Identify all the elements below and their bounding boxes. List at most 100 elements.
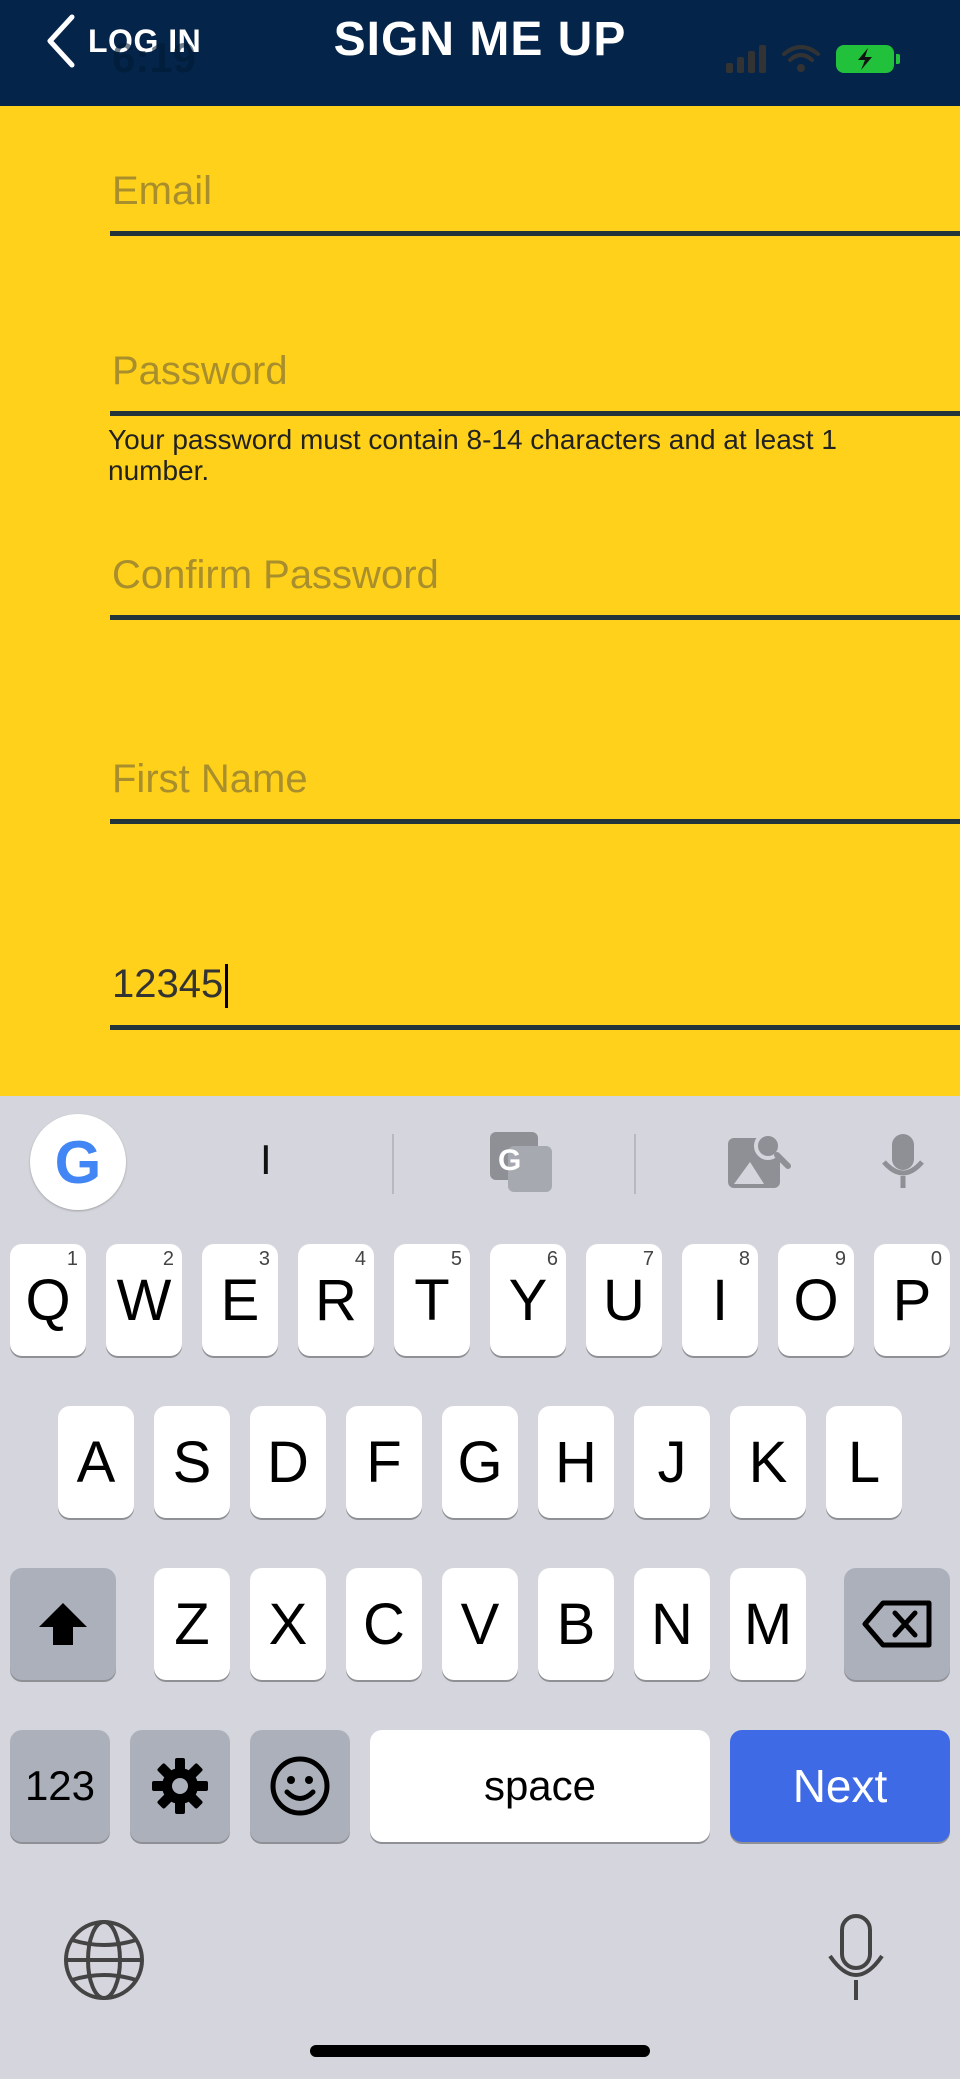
key-b[interactable]: B — [538, 1568, 614, 1680]
key-label: J — [657, 1429, 687, 1495]
toolbar-divider — [634, 1134, 636, 1194]
toolbar-divider — [392, 1134, 394, 1194]
settings-key[interactable] — [130, 1730, 230, 1842]
key-f[interactable]: F — [346, 1406, 422, 1518]
key-number-hint: 3 — [258, 1248, 270, 1270]
google-icon[interactable]: G — [30, 1114, 126, 1210]
globe-icon[interactable] — [62, 1918, 146, 2002]
key-label: D — [267, 1429, 309, 1495]
key-label: Q — [25, 1267, 71, 1333]
key-label: N — [651, 1591, 693, 1657]
key-number-hint: 5 — [450, 1248, 462, 1270]
next-key[interactable]: Next — [730, 1730, 950, 1842]
dictation-microphone-icon[interactable] — [824, 1912, 888, 2006]
key-label: H — [555, 1429, 597, 1495]
key-label: O — [793, 1267, 839, 1333]
key-u[interactable]: U7 — [586, 1244, 662, 1356]
key-a[interactable]: A — [58, 1406, 134, 1518]
key-label: G — [457, 1429, 503, 1495]
email-placeholder: Email — [112, 169, 213, 213]
key-c[interactable]: C — [346, 1568, 422, 1680]
key-x[interactable]: X — [250, 1568, 326, 1680]
zip-field[interactable]: 12345 — [110, 930, 960, 1030]
zip-value: 12345 — [112, 961, 229, 1008]
key-g[interactable]: G — [442, 1406, 518, 1518]
email-field[interactable]: Email — [110, 136, 960, 236]
suggestion[interactable]: I — [260, 1136, 272, 1184]
first-name-field[interactable]: First Name — [110, 724, 960, 824]
key-q[interactable]: Q1 — [10, 1244, 86, 1356]
key-i[interactable]: I8 — [682, 1244, 758, 1356]
key-label: M — [743, 1591, 793, 1657]
translate-icon[interactable]: G — [486, 1126, 556, 1196]
key-t[interactable]: T5 — [394, 1244, 470, 1356]
emoji-icon — [270, 1756, 330, 1816]
nav-header: LOG IN 6:19 SIGN ME UP — [0, 0, 960, 106]
confirm-password-field[interactable]: Confirm Password — [110, 520, 960, 620]
confirm-password-underline — [110, 615, 960, 620]
key-m[interactable]: M — [730, 1568, 806, 1680]
zip-text: 12345 — [112, 961, 224, 1006]
home-indicator — [310, 2045, 650, 2057]
status-bar-icons — [726, 44, 900, 74]
key-v[interactable]: V — [442, 1568, 518, 1680]
key-number-hint: 4 — [354, 1248, 366, 1270]
backspace-icon — [862, 1600, 932, 1648]
key-r[interactable]: R4 — [298, 1244, 374, 1356]
confirm-password-placeholder: Confirm Password — [112, 553, 439, 597]
zip-underline — [110, 1025, 960, 1030]
svg-text:G: G — [498, 1144, 521, 1177]
shift-icon — [39, 1603, 87, 1645]
key-number-hint: 2 — [162, 1248, 174, 1270]
backspace-key[interactable] — [844, 1568, 950, 1680]
shift-key[interactable] — [10, 1568, 116, 1680]
key-n[interactable]: N — [634, 1568, 710, 1680]
key-k[interactable]: K — [730, 1406, 806, 1518]
key-label: Y — [508, 1267, 548, 1333]
wifi-icon — [782, 45, 820, 72]
password-field[interactable]: Password — [110, 316, 960, 416]
space-key[interactable]: space — [370, 1730, 710, 1842]
keyboard-toolbar: G I G — [0, 1096, 960, 1224]
key-label: F — [366, 1429, 402, 1495]
password-hint: Your password must contain 8-14 characte… — [108, 424, 837, 486]
key-o[interactable]: O9 — [778, 1244, 854, 1356]
key-number-hint: 7 — [642, 1248, 654, 1270]
gear-icon — [152, 1758, 208, 1814]
emoji-key[interactable] — [250, 1730, 350, 1842]
image-search-icon[interactable] — [724, 1126, 794, 1196]
key-p[interactable]: P0 — [874, 1244, 950, 1356]
key-label: C — [363, 1591, 405, 1657]
key-l[interactable]: L — [826, 1406, 902, 1518]
key-number-hint: 9 — [834, 1248, 846, 1270]
password-underline — [110, 411, 960, 416]
key-number-hint: 0 — [930, 1248, 942, 1270]
key-label: K — [748, 1429, 788, 1495]
key-label: A — [76, 1429, 116, 1495]
key-z[interactable]: Z — [154, 1568, 230, 1680]
key-s[interactable]: S — [154, 1406, 230, 1518]
key-label: I — [711, 1267, 729, 1333]
password-placeholder: Password — [112, 349, 288, 393]
first-name-placeholder: First Name — [112, 757, 308, 801]
keyboard: G I G Q1W2E3R4T5Y6U7I8O9P0 ASDFGHJKL ZXC… — [0, 1096, 960, 2079]
numbers-key[interactable]: 123 — [10, 1730, 110, 1842]
key-label: Z — [174, 1591, 210, 1657]
key-d[interactable]: D — [250, 1406, 326, 1518]
key-y[interactable]: Y6 — [490, 1244, 566, 1356]
key-label: S — [172, 1429, 212, 1495]
key-label: T — [414, 1267, 450, 1333]
key-number-hint: 6 — [546, 1248, 558, 1270]
key-e[interactable]: E3 — [202, 1244, 278, 1356]
key-label: E — [220, 1267, 260, 1333]
key-label: R — [315, 1267, 357, 1333]
first-name-underline — [110, 819, 960, 824]
key-label: P — [892, 1267, 932, 1333]
key-label: L — [847, 1429, 881, 1495]
cellular-signal-icon — [726, 45, 766, 73]
key-h[interactable]: H — [538, 1406, 614, 1518]
key-label: B — [556, 1591, 596, 1657]
key-w[interactable]: W2 — [106, 1244, 182, 1356]
key-j[interactable]: J — [634, 1406, 710, 1518]
microphone-icon[interactable] — [870, 1126, 936, 1196]
